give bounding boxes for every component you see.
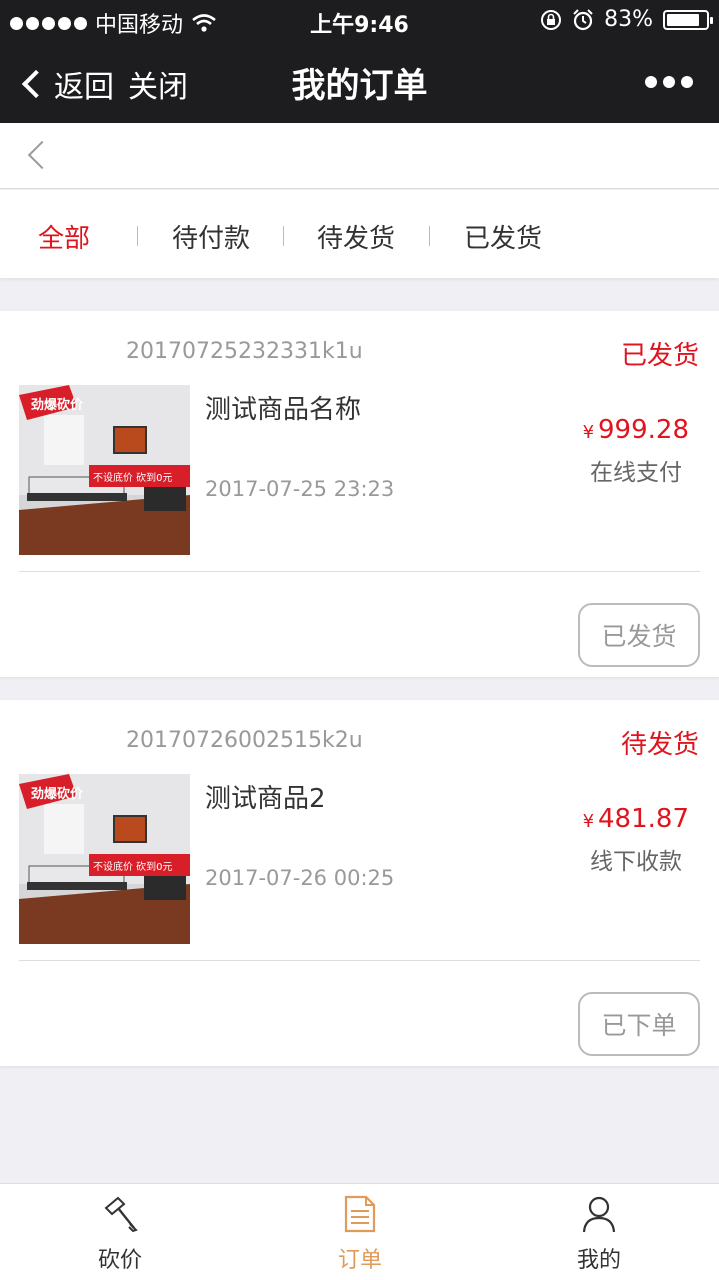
price-value: 481.87 (598, 804, 689, 834)
tab-shipped[interactable]: 已发货 (464, 218, 542, 255)
tab-separator (429, 226, 430, 246)
order-status: 已发货 (620, 341, 699, 371)
order-card[interactable]: 20170726002515k2u 待发货 劲爆砍价 不设底价 砍到0元 测试商… (0, 700, 719, 1066)
order-price: ¥999.28 (583, 415, 689, 445)
back-button[interactable]: 返回 (18, 62, 114, 106)
tab-all[interactable]: 全部 (38, 218, 90, 255)
top-bar: 中国移动 上午9:46 83% 返回 关闭 我的订单 (0, 0, 719, 123)
tabbar-label: 我的 (576, 1248, 621, 1273)
battery-percent: 83% (604, 7, 653, 32)
battery-icon (663, 9, 713, 30)
product-name[interactable]: 测试商品名称 (205, 389, 361, 426)
more-button[interactable] (645, 76, 693, 88)
order-card[interactable]: 20170725232331k1u 已发货 劲爆砍价 不设底价 砍到0元 测试商… (0, 311, 719, 677)
order-action-button[interactable]: 已下单 (578, 992, 700, 1056)
more-dot (663, 76, 675, 88)
user-icon (582, 1196, 616, 1233)
image-badge-text: 劲爆砍价 (31, 786, 84, 802)
currency-symbol: ¥ (582, 422, 595, 443)
nav-bar: 返回 关闭 我的订单 (0, 40, 719, 123)
price-value: 999.28 (598, 415, 689, 445)
close-button[interactable]: 关闭 (128, 62, 188, 106)
image-banner-text: 不设底价 砍到0元 (93, 860, 173, 873)
payment-method: 线下收款 (590, 849, 682, 875)
more-dot (681, 76, 693, 88)
product-name[interactable]: 测试商品2 (205, 778, 326, 815)
alarm-icon (573, 8, 593, 30)
tabbar-item-profile[interactable]: 我的 (479, 1184, 719, 1280)
order-price: ¥481.87 (583, 804, 689, 834)
product-image[interactable]: 劲爆砍价 不设底价 砍到0元 (19, 385, 190, 555)
tab-pending-payment[interactable]: 待付款 (172, 218, 250, 255)
sub-header (0, 123, 719, 189)
tab-pending-shipment[interactable]: 待发货 (317, 218, 395, 255)
back-label: 返回 (54, 70, 114, 105)
tabbar-label: 砍价 (97, 1248, 142, 1273)
order-filter-tabs: 全部 待付款 待发货 已发货 (0, 190, 719, 278)
divider (19, 960, 700, 961)
axe-icon (104, 1196, 138, 1233)
status-bar: 中国移动 上午9:46 83% (0, 0, 719, 40)
currency-symbol: ¥ (582, 811, 595, 832)
tabbar-label: 订单 (337, 1248, 382, 1273)
battery-fill (667, 13, 699, 26)
payment-method: 在线支付 (590, 460, 682, 486)
tab-separator (137, 226, 138, 246)
chevron-left-icon (21, 69, 51, 99)
order-date: 2017-07-26 00:25 (205, 866, 395, 890)
order-action-button[interactable]: 已发货 (578, 603, 700, 667)
bottom-tab-bar: 砍价 订单 我的 (0, 1183, 719, 1280)
document-icon (344, 1195, 376, 1233)
status-right: 83% (540, 7, 713, 32)
image-badge-text: 劲爆砍价 (31, 397, 84, 413)
order-date: 2017-07-25 23:23 (205, 477, 395, 501)
divider (19, 571, 700, 572)
rotation-lock-icon (541, 9, 562, 30)
chevron-left-icon[interactable] (27, 140, 57, 170)
product-image-graphic: 劲爆砍价 不设底价 砍到0元 (19, 385, 190, 555)
order-status: 待发货 (620, 730, 699, 760)
order-number: 20170725232331k1u (126, 339, 363, 364)
tab-separator (283, 226, 284, 246)
tabbar-item-orders[interactable]: 订单 (240, 1184, 480, 1280)
more-dot (645, 76, 657, 88)
tabbar-item-bargain[interactable]: 砍价 (0, 1184, 240, 1280)
image-banner-text: 不设底价 砍到0元 (93, 471, 173, 484)
product-image[interactable]: 劲爆砍价 不设底价 砍到0元 (19, 774, 190, 944)
order-number: 20170726002515k2u (126, 728, 363, 753)
product-image-graphic: 劲爆砍价 不设底价 砍到0元 (19, 774, 190, 944)
